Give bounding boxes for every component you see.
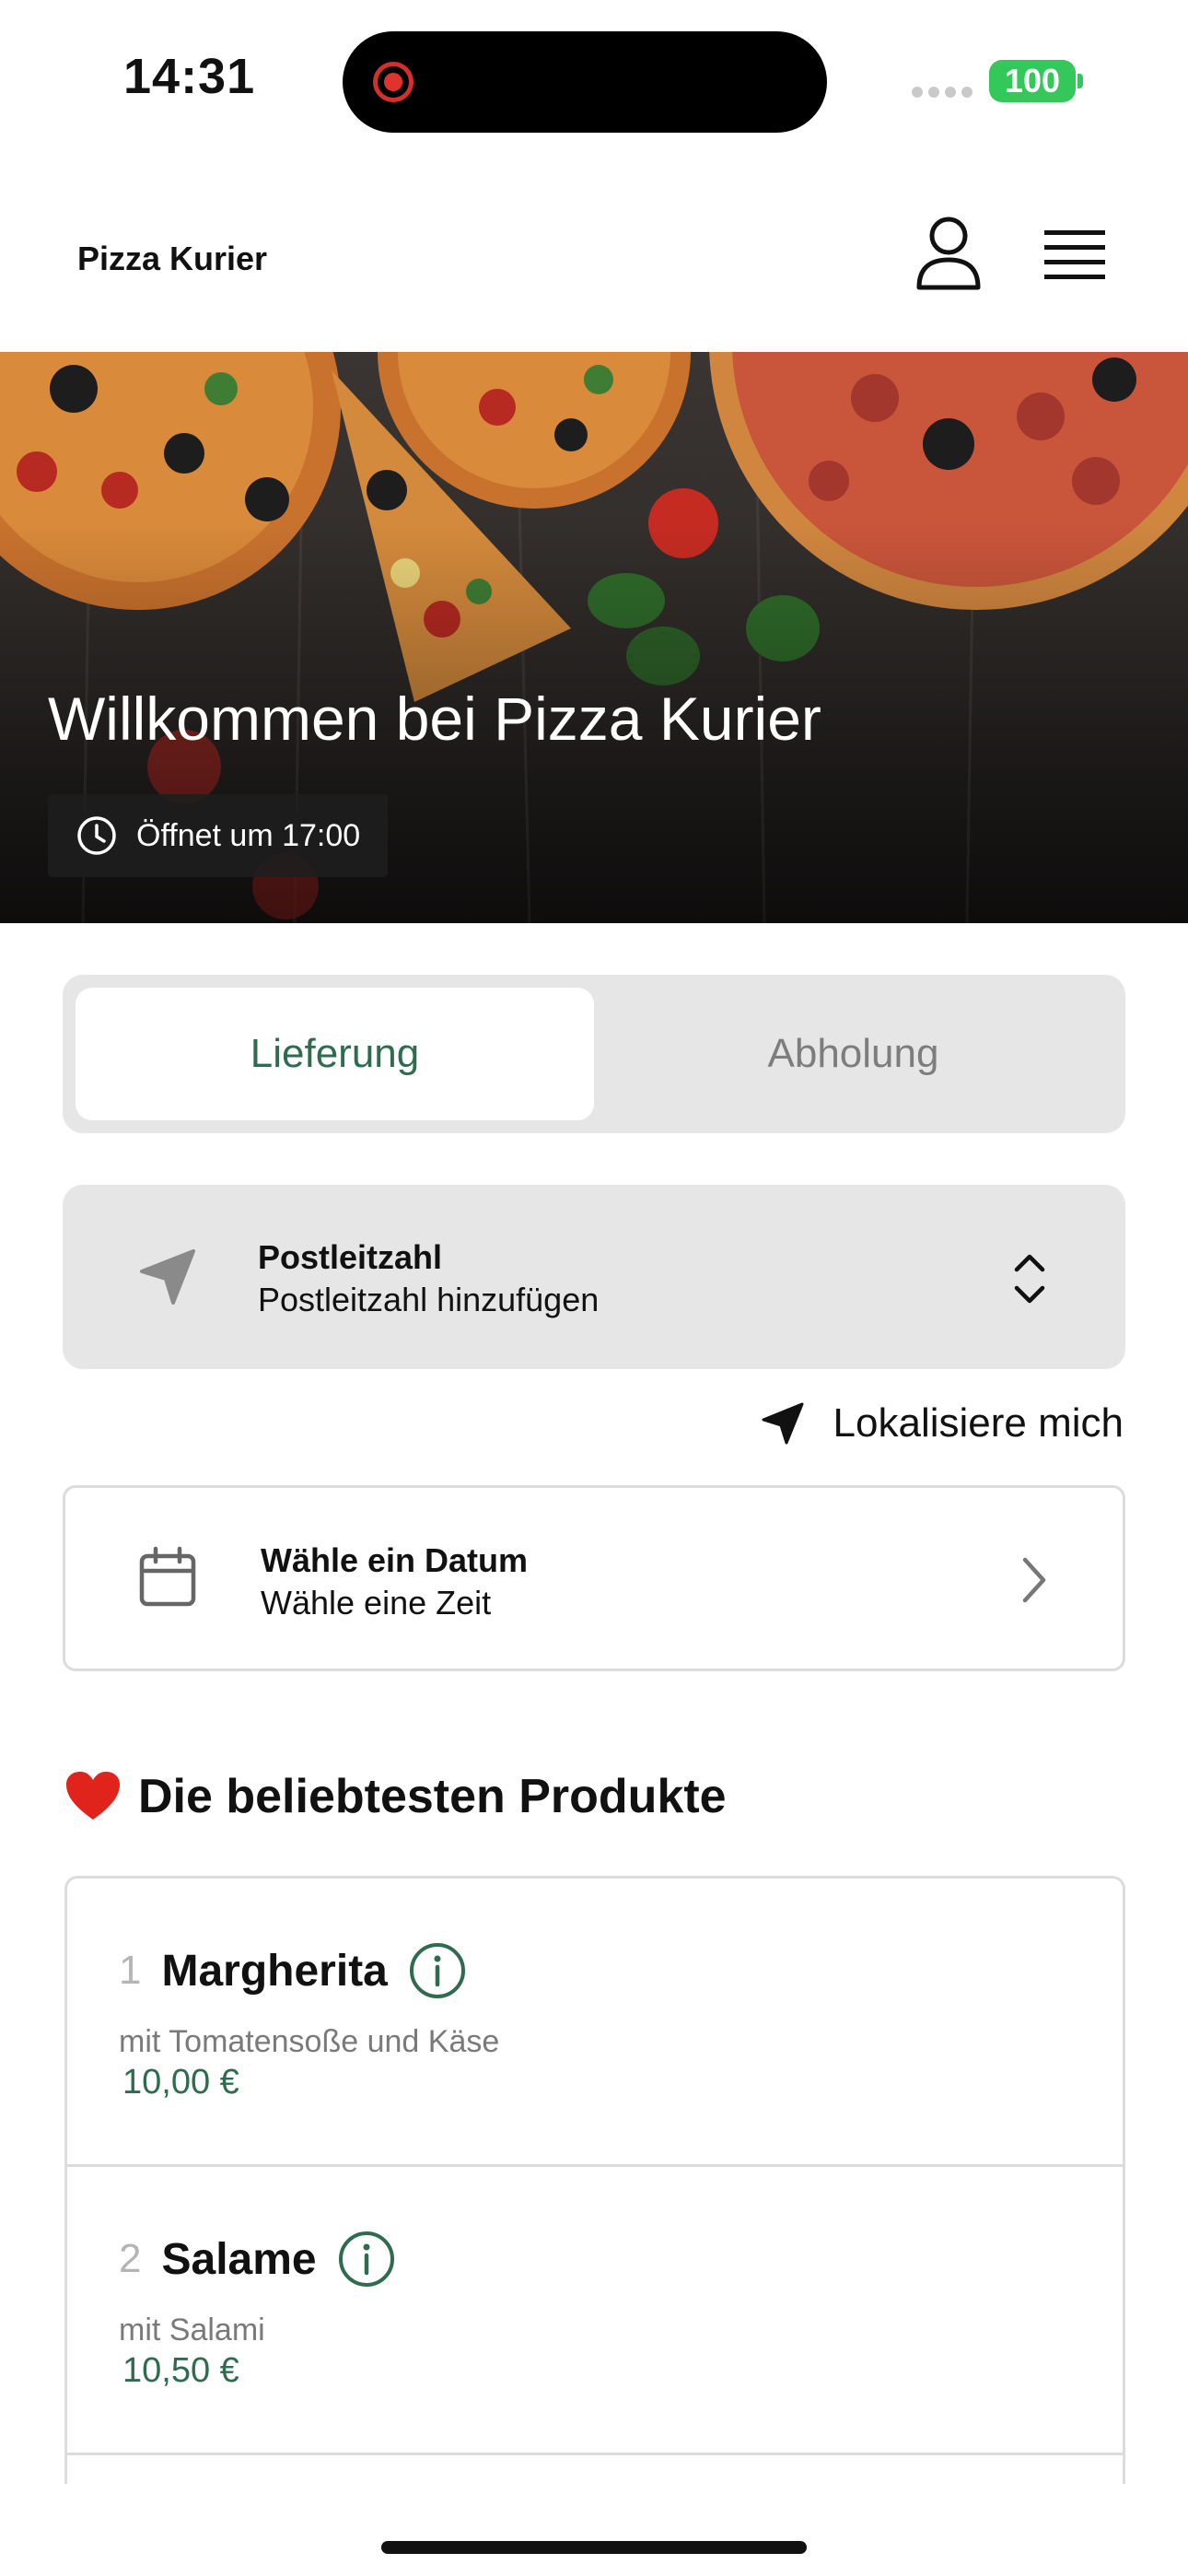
hero-title: Willkommen bei Pizza Kurier	[48, 685, 821, 753]
postcode-label: Postleitzahl	[258, 1238, 443, 1276]
popular-products-title: Die beliebtesten Produkte	[138, 1770, 727, 1823]
dynamic-island	[343, 31, 827, 133]
product-name: Margherita	[161, 1946, 388, 1996]
clock-icon	[77, 816, 116, 855]
product-description: mit Tomatensoße und Käse	[119, 2024, 500, 2059]
time-label: Wähle eine Zeit	[261, 1584, 492, 1622]
product-list: 1 Margherita mit Tomatensoße und Käse 10…	[64, 1876, 1125, 2484]
home-indicator[interactable]	[381, 2541, 807, 2554]
product-description: mit Salami	[119, 2313, 265, 2348]
opening-hours-text: Öffnet um 17:00	[136, 817, 361, 853]
product-name: Salame	[161, 2234, 317, 2284]
locate-me-label: Lokalisiere mich	[833, 1400, 1124, 1446]
postcode-selector[interactable]: Postleitzahl Postleitzahl hinzufügen	[63, 1185, 1125, 1369]
status-bar: 14:31 100	[0, 0, 1188, 157]
postcode-placeholder: Postleitzahl hinzufügen	[258, 1281, 600, 1318]
location-arrow-icon	[762, 1402, 804, 1445]
tab-pickup[interactable]: Abholung	[594, 988, 1112, 1120]
battery-indicator: 100	[989, 60, 1076, 102]
menu-icon	[1044, 230, 1105, 279]
chevron-updown-icon	[1014, 1254, 1045, 1304]
list-item[interactable]: 2 Salame mit Salami 10,50 €	[67, 2167, 1123, 2455]
info-icon[interactable]	[337, 2230, 396, 2289]
product-price: 10,00 €	[122, 2063, 239, 2102]
app-header: Pizza Kurier	[0, 175, 1188, 352]
info-icon[interactable]	[408, 1941, 467, 2000]
user-icon	[916, 217, 981, 290]
date-label: Wähle ein Datum	[261, 1541, 529, 1579]
list-item[interactable]: 1 Margherita mit Tomatensoße und Käse 10…	[67, 1879, 1123, 2167]
delivery-mode-toggle: Lieferung Abholung	[63, 975, 1125, 1133]
battery-tip	[1077, 74, 1083, 88]
calendar-icon	[139, 1546, 196, 1607]
heart-icon	[66, 1772, 120, 1820]
popular-products-heading: Die beliebtesten Produkte	[64, 1769, 727, 1824]
product-price: 10,50 €	[122, 2351, 239, 2390]
hero-banner: Willkommen bei Pizza Kurier Öffnet um 17…	[0, 352, 1188, 923]
date-time-selector[interactable]: Wähle ein Datum Wähle eine Zeit	[63, 1485, 1125, 1671]
signal-icon	[912, 87, 973, 98]
brand-name: Pizza Kurier	[77, 240, 268, 277]
status-time: 14:31	[123, 49, 256, 104]
tab-delivery[interactable]: Lieferung	[76, 988, 594, 1120]
navigation-arrow-icon	[140, 1249, 195, 1305]
chevron-right-icon	[1022, 1557, 1046, 1603]
locate-me-button[interactable]: Lokalisiere mich	[760, 1400, 1124, 1446]
product-rank: 1	[119, 1948, 142, 1993]
menu-button[interactable]	[1041, 227, 1109, 287]
record-icon	[373, 62, 413, 102]
product-rank: 2	[119, 2236, 142, 2281]
account-button[interactable]	[912, 214, 985, 291]
opening-hours-badge: Öffnet um 17:00	[48, 794, 389, 877]
